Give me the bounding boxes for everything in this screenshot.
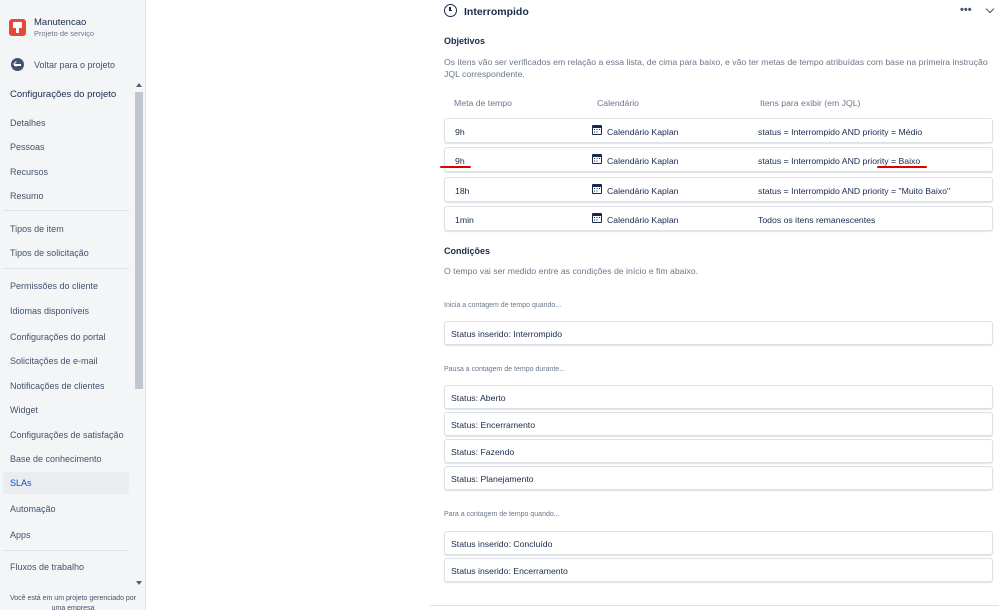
condition-text: Status: Fazendo [451, 447, 515, 457]
sidebar-item-pessoas[interactable]: Pessoas [3, 136, 129, 158]
conditions-description: O tempo vai ser medido entre as condiçõe… [444, 266, 698, 276]
pause-label: Pausa a contagem de tempo durante... [444, 366, 566, 373]
sidebar-scrollbar[interactable] [134, 83, 144, 585]
chevron-down-icon[interactable] [985, 4, 995, 14]
column-header-calendar: Calendário [597, 98, 640, 108]
stop-condition[interactable]: Status inserido: Encerramento [444, 558, 993, 582]
sidebar-item-automacao[interactable]: Automação [3, 498, 129, 520]
sidebar-item-widget[interactable]: Widget [3, 399, 129, 421]
scrollbar-thumb[interactable] [135, 92, 143, 389]
goal-time: 9h [455, 127, 465, 137]
project-name: Manutencao [34, 17, 87, 28]
back-to-project-link[interactable]: Voltar para o projeto [9, 58, 137, 72]
pause-condition[interactable]: Status: Planejamento [444, 466, 993, 490]
sidebar: Manutencao Projeto de serviço Voltar par… [0, 0, 146, 610]
column-header-jql: Itens para exibir (em JQL) [760, 98, 861, 108]
sidebar-item-idiomas[interactable]: Idiomas disponíveis [3, 300, 129, 322]
goal-jql: status = Interrompido AND priority = "Mu… [758, 186, 951, 196]
sidebar-divider [3, 550, 129, 551]
sidebar-item-permissoes-do-cliente[interactable]: Permissões do cliente [3, 275, 129, 297]
sidebar-item-fluxos-de-trabalho[interactable]: Fluxos de trabalho [3, 556, 129, 578]
condition-text: Status: Encerramento [451, 420, 536, 430]
sla-name: Interrompido [464, 6, 529, 18]
calendar-icon [592, 184, 602, 194]
sidebar-item-configuracoes-de-satisfacao[interactable]: Configurações de satisfação [3, 424, 129, 446]
sidebar-item-notificacoes-de-clientes[interactable]: Notificações de clientes [3, 375, 129, 397]
sidebar-footer: Você está em um projeto gerenciado por u… [9, 595, 137, 610]
condition-text: Status inserido: Concluído [451, 539, 553, 549]
scroll-down-icon[interactable] [136, 581, 142, 585]
condition-text: Status inserido: Interrompido [451, 329, 563, 339]
project-type: Projeto de serviço [34, 29, 95, 38]
goal-jql: Todos os itens remanescentes [758, 215, 876, 225]
goal-time: 18h [455, 186, 470, 196]
clock-icon [444, 4, 457, 17]
sidebar-item-apps[interactable]: Apps [3, 524, 129, 546]
sidebar-item-tipos-de-item[interactable]: Tipos de item [3, 218, 129, 240]
pause-condition[interactable]: Status: Fazendo [444, 439, 993, 463]
annotation-underline [440, 166, 471, 168]
calendar-icon [592, 125, 602, 135]
goal-calendar: Calendário Kaplan [607, 186, 679, 196]
stop-label: Para a contagem de tempo quando... [444, 511, 560, 518]
sidebar-section-title: Configurações do projeto [10, 89, 117, 100]
start-condition[interactable]: Status inserido: Interrompido [444, 321, 993, 345]
goal-calendar: Calendário Kaplan [607, 156, 679, 166]
condition-text: Status inserido: Encerramento [451, 566, 568, 576]
sidebar-item-configuracoes-do-portal[interactable]: Configurações do portal [3, 326, 129, 348]
calendar-icon [592, 213, 602, 223]
sidebar-item-tipos-de-solicitacao[interactable]: Tipos de solicitação [3, 242, 129, 264]
panel-bottom-border [430, 605, 999, 606]
pause-condition[interactable]: Status: Aberto [444, 385, 993, 409]
sidebar-item-base-de-conhecimento[interactable]: Base de conhecimento [3, 448, 129, 470]
sidebar-item-solicitacoes-de-email[interactable]: Solicitações de e-mail [3, 350, 129, 372]
more-icon[interactable]: ••• [960, 4, 972, 16]
stop-condition[interactable]: Status inserido: Concluído [444, 531, 993, 555]
goals-description: Os itens vão ser verificados em relação … [444, 57, 988, 79]
condition-text: Status: Planejamento [451, 474, 534, 484]
condition-text: Status: Aberto [451, 393, 506, 403]
goal-jql: status = Interrompido AND priority = Méd… [758, 127, 923, 137]
sla-panel: Interrompido ••• Objetivos Os itens vão … [430, 0, 999, 610]
goals-title: Objetivos [444, 36, 486, 46]
calendar-icon [592, 154, 602, 164]
goal-calendar: Calendário Kaplan [607, 127, 679, 137]
column-header-goal: Meta de tempo [454, 98, 512, 108]
scroll-up-icon[interactable] [136, 83, 142, 87]
project-avatar-icon [9, 19, 26, 36]
sidebar-item-recursos[interactable]: Recursos [3, 161, 129, 183]
goal-row[interactable]: 9h Calendário Kaplan status = Interrompi… [444, 118, 993, 143]
goal-calendar: Calendário Kaplan [607, 215, 679, 225]
sidebar-divider [3, 268, 129, 269]
start-label: Inicia a contagem de tempo quando... [444, 302, 562, 309]
arrow-left-icon [11, 58, 24, 71]
annotation-underline [877, 166, 927, 168]
sidebar-item-slas[interactable]: SLAs [3, 472, 129, 494]
goal-jql: status = Interrompido AND priority = Bai… [758, 156, 921, 166]
goal-row[interactable]: 9h Calendário Kaplan status = Interrompi… [444, 147, 993, 172]
conditions-title: Condições [444, 246, 491, 256]
goal-row[interactable]: 18h Calendário Kaplan status = Interromp… [444, 177, 993, 202]
sidebar-divider [3, 210, 129, 211]
goal-row[interactable]: 1min Calendário Kaplan Todos os itens re… [444, 206, 993, 231]
project-header[interactable]: Manutencao Projeto de serviço [9, 16, 137, 40]
goal-time: 1min [455, 215, 474, 225]
pause-condition[interactable]: Status: Encerramento [444, 412, 993, 436]
sidebar-item-detalhes[interactable]: Detalhes [3, 112, 129, 134]
back-label: Voltar para o projeto [34, 60, 116, 70]
goal-time: 9h [455, 156, 465, 166]
sidebar-item-resumo[interactable]: Resumo [3, 185, 129, 207]
